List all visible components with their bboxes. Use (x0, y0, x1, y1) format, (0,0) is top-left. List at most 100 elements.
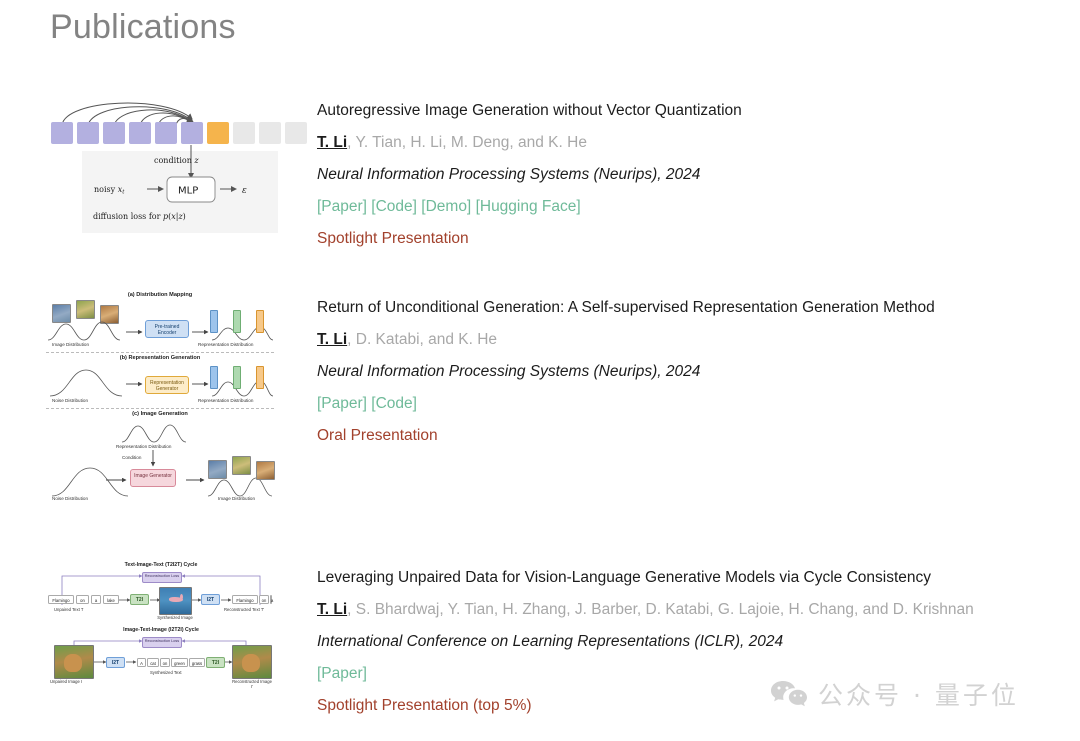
publication-details: Return of Unconditional Generation: A Se… (317, 292, 1057, 452)
link-code[interactable]: [Code] (371, 198, 417, 215)
publication-title: Return of Unconditional Generation: A Se… (317, 292, 1057, 324)
token-masked (285, 122, 307, 144)
noisy-label: noisy xt (94, 185, 125, 196)
reconstruction-loss-box: Reconstruction Loss (142, 572, 182, 583)
reconstructed-image (232, 645, 272, 679)
synth-token: on (160, 658, 170, 667)
i2t-module: I2T (106, 657, 125, 668)
author-self: T. Li (317, 134, 347, 151)
author-self: T. Li (317, 331, 347, 348)
representation-distribution-caption: Representation Distribution (198, 398, 253, 403)
condition-label: Condition (122, 455, 141, 460)
representation-bar (256, 310, 264, 333)
synth-token: green (171, 658, 188, 667)
publication-award: Oral Presentation (317, 420, 1057, 452)
panel-divider (46, 408, 274, 409)
author-others: , S. Bhardwaj, Y. Tian, H. Zhang, J. Bar… (347, 601, 974, 618)
publication-thumbnail: (a) Distribution Mapping Pre-trained Enc… (46, 292, 274, 502)
link-paper[interactable]: [Paper] (317, 665, 367, 682)
publication-thumbnail: condition z noisy xt MLP ε diffusion los… (46, 95, 278, 235)
condition-label: condition z (154, 156, 199, 165)
rcg-diagram: (a) Distribution Mapping Pre-trained Enc… (46, 292, 274, 502)
i2t2i-heading: Image-Text-Image (I2T2I) Cycle (46, 627, 276, 633)
sample-image (232, 456, 251, 475)
mar-panel-contents: condition z noisy xt MLP ε diffusion los… (46, 141, 278, 235)
sample-image (208, 460, 227, 479)
representation-bar (233, 310, 241, 333)
rcg-panel-a-heading: (a) Distribution Mapping (46, 292, 274, 298)
rcg-panel-c-heading: (c) Image Generation (46, 411, 274, 417)
publication-thumbnail: Text-Image-Text (T2I2T) Cycle Recons (46, 562, 276, 687)
link-paper[interactable]: [Paper] (317, 395, 367, 412)
unpaired-text-caption: Unpaired Text T (54, 607, 83, 612)
reconstruction-loss-box: Reconstruction Loss (142, 637, 182, 648)
mar-diagram: condition z noisy xt MLP ε diffusion los… (46, 95, 278, 235)
publication-title: Leveraging Unpaired Data for Vision-Lang… (317, 562, 1057, 594)
synthesized-text-caption: Synthesized Text (150, 670, 182, 675)
output-token: Flamingo (232, 595, 258, 604)
pretrained-encoder-box: Pre-trained Encoder (145, 320, 189, 338)
synthesized-image (159, 587, 192, 615)
i2t-module: I2T (201, 594, 220, 605)
mlp-label: MLP (178, 186, 198, 197)
epsilon-label: ε (242, 186, 247, 196)
publication-details: Autoregressive Image Generation without … (317, 95, 1057, 255)
input-token: Flamingo (48, 595, 74, 604)
publication-award: Spotlight Presentation (317, 223, 1057, 255)
publication-venue: Neural Information Processing Systems (N… (317, 356, 1057, 388)
input-token: a (91, 595, 101, 604)
link-paper[interactable]: [Paper] (317, 198, 367, 215)
image-generator-box: Image Generator (130, 469, 176, 487)
noise-distribution-caption: Noise Distribution (52, 496, 88, 501)
publication-authors: T. Li, S. Bhardwaj, Y. Tian, H. Zhang, J… (317, 594, 1057, 626)
author-others: , D. Katabi, and K. He (347, 331, 497, 348)
synthesized-image-caption: Synthesized Image (156, 615, 194, 620)
output-token: on (259, 595, 269, 604)
representation-bar (210, 366, 218, 389)
link-demo[interactable]: [Demo] (421, 198, 471, 215)
t2i-module: T2I (206, 657, 225, 668)
watermark-text: 公众号 · 量子位 (818, 676, 1019, 712)
representation-distribution-caption: Representation Distribution (116, 444, 171, 449)
publication-venue: Neural Information Processing Systems (N… (317, 159, 1057, 191)
unpaired-image-caption: Unpaired Image I (50, 679, 82, 684)
publication-authors: T. Li, D. Katabi, and K. He (317, 324, 1057, 356)
cycle-consistency-diagram: Text-Image-Text (T2I2T) Cycle Recons (46, 562, 276, 687)
synth-token: cat (147, 658, 159, 667)
representation-distribution-caption: Representation Distribution (198, 342, 253, 347)
rcg-c-cond-curve (46, 420, 274, 446)
publication-title: Autoregressive Image Generation without … (317, 95, 1057, 127)
publication-links: [Paper] [Code] (317, 388, 1057, 420)
image-distribution-caption: Image Distribution (218, 496, 255, 501)
output-token: a (270, 595, 272, 604)
synth-token: grass (189, 658, 205, 667)
wechat-icon (770, 679, 808, 709)
panel-divider (46, 352, 274, 353)
representation-bar (233, 366, 241, 389)
t2i2t-heading: Text-Image-Text (T2I2T) Cycle (46, 562, 276, 568)
synth-token: A (137, 658, 146, 667)
link-hugging-face[interactable]: [Hugging Face] (476, 198, 581, 215)
representation-bar (210, 310, 218, 333)
link-code[interactable]: [Code] (371, 395, 417, 412)
input-token: lake (103, 595, 119, 604)
author-self: T. Li (317, 601, 347, 618)
reconstructed-text-caption: Reconstructed Text T' (224, 607, 264, 612)
sample-image (256, 461, 275, 480)
rcg-panel-b-heading: (b) Representation Generation (46, 355, 274, 361)
noise-distribution-caption: Noise Distribution (52, 398, 88, 403)
page-title: Publications (50, 8, 236, 47)
watermark: 公众号 · 量子位 (770, 676, 1019, 712)
representation-bar (256, 366, 264, 389)
reconstructed-image-caption: Reconstructed Image I' (232, 679, 272, 689)
diffusion-loss-label: diffusion loss for p(x|z) (93, 212, 186, 221)
unpaired-image (54, 645, 94, 679)
t2i-module: T2I (130, 594, 149, 605)
author-others: , Y. Tian, H. Li, M. Deng, and K. He (347, 134, 587, 151)
publication-authors: T. Li, Y. Tian, H. Li, M. Deng, and K. H… (317, 127, 1057, 159)
publication-links: [Paper] [Code] [Demo] [Hugging Face] (317, 191, 1057, 223)
sample-image (76, 300, 95, 319)
publication-venue: International Conference on Learning Rep… (317, 626, 1057, 658)
input-token: on (76, 595, 89, 604)
image-distribution-caption: Image Distribution (52, 342, 89, 347)
